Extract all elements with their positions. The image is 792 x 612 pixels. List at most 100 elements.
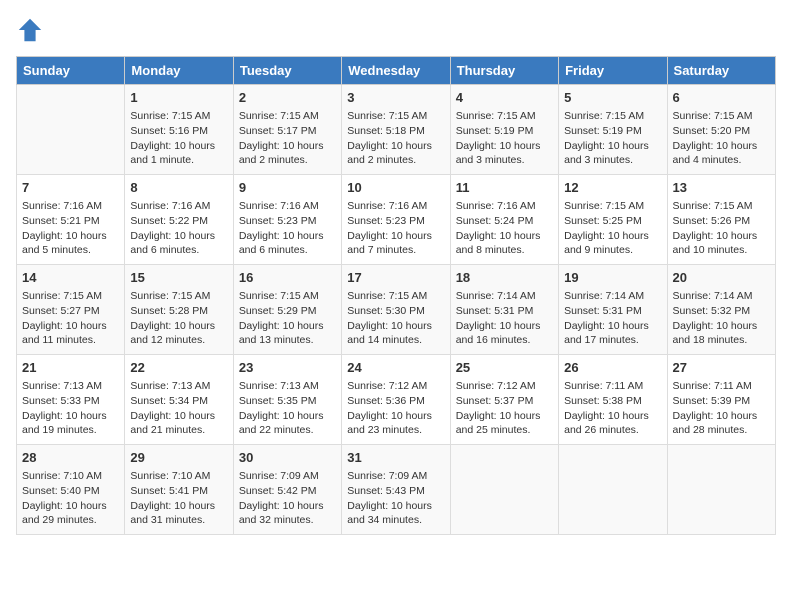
calendar-week-row: 7Sunrise: 7:16 AMSunset: 5:21 PMDaylight… [17, 175, 776, 265]
cell-info: Sunrise: 7:13 AM [130, 379, 227, 394]
day-number: 19 [564, 269, 661, 287]
cell-info: Daylight: 10 hours and 32 minutes. [239, 499, 336, 528]
weekday-header: Monday [125, 57, 233, 85]
calendar-cell [667, 445, 775, 535]
cell-info: Sunset: 5:20 PM [673, 124, 770, 139]
day-number: 27 [673, 359, 770, 377]
cell-info: Sunrise: 7:15 AM [673, 109, 770, 124]
cell-info: Sunset: 5:23 PM [239, 214, 336, 229]
day-number: 23 [239, 359, 336, 377]
calendar-cell: 8Sunrise: 7:16 AMSunset: 5:22 PMDaylight… [125, 175, 233, 265]
weekday-header: Tuesday [233, 57, 341, 85]
calendar-cell: 31Sunrise: 7:09 AMSunset: 5:43 PMDayligh… [342, 445, 450, 535]
cell-info: Sunset: 5:23 PM [347, 214, 444, 229]
cell-info: Daylight: 10 hours and 18 minutes. [673, 319, 770, 348]
day-number: 18 [456, 269, 553, 287]
cell-info: Sunrise: 7:15 AM [564, 109, 661, 124]
day-number: 1 [130, 89, 227, 107]
cell-info: Daylight: 10 hours and 17 minutes. [564, 319, 661, 348]
calendar-cell: 20 Sunrise: 7:14 AMSunset: 5:32 PMDayligh… [667, 265, 775, 355]
cell-info: Sunrise: 7:16 AM [347, 199, 444, 214]
calendar-cell: 9Sunrise: 7:16 AMSunset: 5:23 PMDaylight… [233, 175, 341, 265]
day-number: 25 [456, 359, 553, 377]
cell-info: Daylight: 10 hours and 3 minutes. [564, 139, 661, 168]
cell-info: Sunrise: 7:15 AM [239, 289, 336, 304]
cell-info: Sunrise: 7:16 AM [239, 199, 336, 214]
cell-info: Daylight: 10 hours and 6 minutes. [239, 229, 336, 258]
day-number: 11 [456, 179, 553, 197]
day-number: 10 [347, 179, 444, 197]
calendar-cell: 13Sunrise: 7:15 AMSunset: 5:26 PMDayligh… [667, 175, 775, 265]
calendar-cell: 11Sunrise: 7:16 AMSunset: 5:24 PMDayligh… [450, 175, 558, 265]
calendar-cell: 28Sunrise: 7:10 AMSunset: 5:40 PMDayligh… [17, 445, 125, 535]
day-number: 22 [130, 359, 227, 377]
calendar-week-row: 1Sunrise: 7:15 AMSunset: 5:16 PMDaylight… [17, 85, 776, 175]
cell-info: Sunrise: 7:13 AM [239, 379, 336, 394]
day-number: 21 [22, 359, 119, 377]
calendar-cell: 18Sunrise: 7:14 AMSunset: 5:31 PMDayligh… [450, 265, 558, 355]
cell-info: Sunrise: 7:14 AM [673, 289, 770, 304]
calendar-cell: 22 Sunrise: 7:13 AMSunset: 5:34 PMDayligh… [125, 355, 233, 445]
calendar-cell [450, 445, 558, 535]
calendar-cell: 19Sunrise: 7:14 AMSunset: 5:31 PMDayligh… [559, 265, 667, 355]
cell-info: Sunset: 5:24 PM [456, 214, 553, 229]
cell-info: Sunrise: 7:15 AM [239, 109, 336, 124]
cell-info: Daylight: 10 hours and 22 minutes. [239, 409, 336, 438]
calendar-week-row: 21 Sunrise: 7:13 AM Sunset: 5:33 PM Dayligh… [17, 355, 776, 445]
day-number: 8 [130, 179, 227, 197]
calendar-week-row: 28Sunrise: 7:10 AMSunset: 5:40 PMDayligh… [17, 445, 776, 535]
cell-info: Daylight: 10 hours and 13 minutes. [239, 319, 336, 348]
cell-info: Sunrise: 7:10 AM [22, 469, 119, 484]
cell-info: Daylight: 10 hours and 10 minutes. [673, 229, 770, 258]
calendar-cell: 2Sunrise: 7:15 AMSunset: 5:17 PMDaylight… [233, 85, 341, 175]
day-number: 29 [130, 449, 227, 467]
calendar-cell [559, 445, 667, 535]
cell-info: Daylight: 10 hours and 21 minutes. [130, 409, 227, 438]
cell-info: Daylight: 10 hours and 26 minutes. [564, 409, 661, 438]
page-header [16, 16, 776, 44]
cell-info: Sunset: 5:32 PM [673, 304, 770, 319]
cell-info: Sunrise: 7:10 AM [130, 469, 227, 484]
day-number: 30 [239, 449, 336, 467]
calendar-cell: 5 Sunrise: 7:15 AMSunset: 5:19 PMDaylight… [559, 85, 667, 175]
cell-info: Daylight: 10 hours and 28 minutes. [673, 409, 770, 438]
cell-info: Sunset: 5:19 PM [456, 124, 553, 139]
cell-info: Sunset: 5:22 PM [130, 214, 227, 229]
cell-info: Daylight: 10 hours and 1 minute. [130, 139, 227, 168]
calendar-cell: 21Sunrise: 7:13 AMSunset: 5:33 PMDayligh… [17, 355, 125, 445]
cell-info: Daylight: 10 hours and 2 minutes. [239, 139, 336, 168]
day-number: 26 [564, 359, 661, 377]
weekday-header: Saturday [667, 57, 775, 85]
cell-info: Daylight: 10 hours and 4 minutes. [673, 139, 770, 168]
cell-info: Sunset: 5:30 PM [347, 304, 444, 319]
cell-info: Sunrise: 7:12 AM [347, 379, 444, 394]
cell-info: Sunset: 5:26 PM [673, 214, 770, 229]
calendar-table: SundayMondayTuesdayWednesdayThursdayFrid… [16, 56, 776, 535]
calendar-cell: 24Sunrise: 7:12 AMSunset: 5:36 PMDayligh… [342, 355, 450, 445]
cell-info: Sunset: 5:19 PM [564, 124, 661, 139]
cell-info: Sunrise: 7:15 AM [564, 199, 661, 214]
cell-info: Sunrise: 7:15 AM [347, 109, 444, 124]
cell-info: Sunset: 5:18 PM [347, 124, 444, 139]
cell-info: Sunrise: 7:09 AM [347, 469, 444, 484]
day-number: 16 [239, 269, 336, 287]
logo [16, 16, 48, 44]
weekday-header: Sunday [17, 57, 125, 85]
cell-info: Sunset: 5:38 PM [564, 394, 661, 409]
cell-info: Sunrise: 7:14 AM [456, 289, 553, 304]
cell-info: Daylight: 10 hours and 12 minutes. [130, 319, 227, 348]
cell-info: Sunset: 5:34 PM [130, 394, 227, 409]
calendar-cell: 30Sunrise: 7:09 AMSunset: 5:42 PMDayligh… [233, 445, 341, 535]
cell-info: Sunrise: 7:16 AM [456, 199, 553, 214]
calendar-cell: 6Sunrise: 7:15 AMSunset: 5:20 PMDaylight… [667, 85, 775, 175]
calendar-cell: 23Sunrise: 7:13 AMSunset: 5:35 PMDayligh… [233, 355, 341, 445]
calendar-cell: 10Sunrise: 7:16 AMSunset: 5:23 PMDayligh… [342, 175, 450, 265]
calendar-cell: 17Sunrise: 7:15 AMSunset: 5:30 PMDayligh… [342, 265, 450, 355]
cell-info: Sunset: 5:41 PM [130, 484, 227, 499]
day-number: 5 [564, 89, 661, 107]
day-number: 20 [673, 269, 770, 287]
cell-info: Sunset: 5:33 PM [22, 394, 119, 409]
cell-info: Sunset: 5:21 PM [22, 214, 119, 229]
day-number: 3 [347, 89, 444, 107]
calendar-cell: 1Sunrise: 7:15 AMSunset: 5:16 PMDaylight… [125, 85, 233, 175]
